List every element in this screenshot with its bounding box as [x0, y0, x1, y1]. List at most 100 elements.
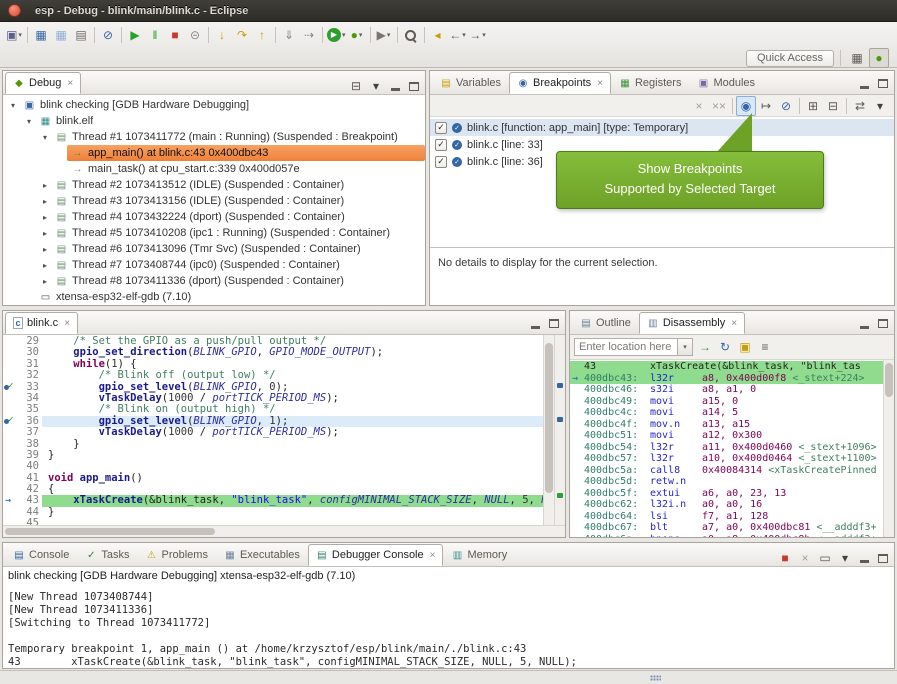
disassembly-line[interactable]: 400dbc67:blta7, a0, 0x400dbc81 <__adddf3…: [570, 522, 883, 534]
tab-blink-c[interactable]: blink.c: [5, 312, 78, 334]
breakpoint-checkbox[interactable]: [435, 122, 447, 134]
breakpoint-row[interactable]: blink.c [function: app_main] [type: Temp…: [430, 119, 894, 136]
disassembly-line[interactable]: 43xTaskCreate(&blink_task, "blink_tas: [570, 361, 883, 373]
disassembly-line[interactable]: 400dbc64:lsif7, a1, 128: [570, 511, 883, 523]
save-icon[interactable]: ▦: [31, 25, 51, 45]
disassembly-line[interactable]: 400dbc5d:retw.n: [570, 476, 883, 488]
suspend-icon[interactable]: ‖: [145, 25, 165, 45]
overview-ruler[interactable]: [554, 335, 565, 525]
expand-twisty-icon[interactable]: ▸: [39, 229, 51, 238]
debug-tree-row[interactable]: app_main() at blink.c:43 0x400dbc43: [3, 145, 425, 161]
debug-tree-row[interactable]: ▸Thread #7 1073408744 (ipc0) (Suspended …: [3, 257, 425, 273]
remove-launch-icon[interactable]: ×: [795, 548, 815, 568]
maximize-icon[interactable]: [874, 551, 891, 566]
expand-twisty-icon[interactable]: ▸: [39, 277, 51, 286]
close-icon[interactable]: [430, 550, 436, 561]
remove-breakpoint-icon[interactable]: ×: [689, 96, 709, 116]
tab-tasks[interactable]: Tasks: [77, 544, 137, 566]
tab-console[interactable]: Console: [5, 544, 77, 566]
debug-perspective-icon[interactable]: ●: [869, 48, 889, 68]
disassembly-line[interactable]: 400dbc54:l32ra11, 0x400d0460 <_stext+109…: [570, 442, 883, 454]
editor-line[interactable]: 37 vTaskDelay(1000 / portTICK_PERIOD_MS)…: [3, 427, 543, 438]
debug-tree-row[interactable]: ▸Thread #6 1073413096 (Tmr Svc) (Suspend…: [3, 241, 425, 257]
console-output[interactable]: blink checking [GDB Hardware Debugging] …: [3, 567, 894, 668]
disassembly-vertical-scrollbar[interactable]: [883, 360, 894, 537]
resume-icon[interactable]: ▶: [125, 25, 145, 45]
disassembly-line[interactable]: 400dbc5a:call80x40084314 <xTaskCreatePin…: [570, 465, 883, 477]
refresh-icon[interactable]: ↻: [715, 337, 735, 357]
debug-tree-row[interactable]: xtensa-esp32-elf-gdb (7.10): [3, 289, 425, 305]
terminate-icon[interactable]: ■: [775, 548, 795, 568]
scrollbar-thumb[interactable]: [5, 528, 215, 535]
tab-disassembly[interactable]: Disassembly: [639, 312, 745, 334]
tab-debug[interactable]: Debug: [5, 72, 81, 94]
editor-line[interactable]: 38 }: [3, 439, 543, 450]
close-icon[interactable]: [64, 318, 70, 329]
collapse-twisty-icon[interactable]: ▾: [23, 117, 35, 126]
maximize-icon[interactable]: [405, 79, 422, 94]
link-with-debug-view-icon[interactable]: ⇄: [850, 96, 870, 116]
minimize-icon[interactable]: [856, 551, 873, 566]
maximize-icon[interactable]: [874, 76, 891, 91]
disassembly-line[interactable]: 400dbc43:l32ra8, 0x400d00f8 <_stext+224>: [570, 373, 883, 385]
editor-line[interactable]: 39}: [3, 450, 543, 461]
skip-all-breakpoints-icon[interactable]: ⊘: [98, 25, 118, 45]
maximize-icon[interactable]: [545, 316, 562, 331]
debug-tree-row[interactable]: ▸Thread #5 1073410208 (ipc1 : Running) (…: [3, 225, 425, 241]
disassembly-line[interactable]: 400dbc62:l32i.na0, a0, 16: [570, 499, 883, 511]
collapse-twisty-icon[interactable]: ▾: [7, 101, 19, 110]
search-icon[interactable]: [401, 25, 421, 45]
view-menu-icon[interactable]: ▾: [870, 96, 890, 116]
window-close-button[interactable]: [8, 4, 21, 17]
quick-access-button[interactable]: Quick Access: [746, 50, 834, 67]
expand-twisty-icon[interactable]: ▸: [39, 261, 51, 270]
editor-line[interactable]: 43 xTaskCreate(&blink_task, "blink_task"…: [3, 495, 543, 506]
tab-modules[interactable]: Modules: [689, 72, 763, 94]
expand-twisty-icon[interactable]: ▸: [39, 245, 51, 254]
close-icon[interactable]: [597, 78, 603, 89]
tab-registers[interactable]: Registers: [611, 72, 689, 94]
expand-twisty-icon[interactable]: ▸: [39, 181, 51, 190]
current-line-annotation[interactable]: [557, 493, 563, 498]
minimize-icon[interactable]: [387, 79, 404, 94]
last-edit-location-icon[interactable]: ◂: [428, 25, 448, 45]
view-menu-icon[interactable]: ▾: [366, 76, 386, 96]
clear-console-icon[interactable]: ▭: [815, 548, 835, 568]
breakpoint-marker-icon[interactable]: [3, 416, 18, 427]
new-wizard-icon[interactable]: ▣▾: [4, 25, 24, 45]
debug-tree-row[interactable]: ▾blink checking [GDB Hardware Debugging]: [3, 97, 425, 113]
minimize-icon[interactable]: [856, 316, 873, 331]
editor-horizontal-scrollbar[interactable]: [3, 525, 565, 537]
step-return-icon[interactable]: ↑: [252, 25, 272, 45]
tab-problems[interactable]: Problems: [137, 544, 215, 566]
external-tools-icon[interactable]: ▶▾: [374, 25, 394, 45]
collapse-all-icon[interactable]: ⊟: [346, 76, 366, 96]
scrollbar-thumb[interactable]: [885, 363, 893, 397]
minimize-icon[interactable]: [527, 316, 544, 331]
breakpoint-annotation[interactable]: [557, 383, 563, 388]
debug-icon[interactable]: ●▾: [347, 25, 367, 45]
disassembly-line[interactable]: 400dbc46:s32ia8, a1, 0: [570, 384, 883, 396]
scrollbar-thumb[interactable]: [545, 343, 553, 493]
disassembly-line[interactable]: 400dbc57:l32ra10, 0x400d0464 <_stext+110…: [570, 453, 883, 465]
view-options-icon[interactable]: ≡: [755, 337, 775, 357]
goto-file-for-breakpoint-icon[interactable]: ↦: [756, 96, 776, 116]
minimize-icon[interactable]: [856, 76, 873, 91]
skip-all-breakpoints-icon[interactable]: ⊘: [776, 96, 796, 116]
editor-vertical-scrollbar[interactable]: [543, 335, 554, 525]
debug-tree-row[interactable]: ▸Thread #3 1073413156 (IDLE) (Suspended …: [3, 193, 425, 209]
location-input[interactable]: Enter location here: [574, 338, 678, 356]
collapse-twisty-icon[interactable]: ▾: [39, 133, 51, 142]
instruction-stepping-icon[interactable]: ⇢: [299, 25, 319, 45]
debug-tree-row[interactable]: ▸Thread #4 1073432224 (dport) (Suspended…: [3, 209, 425, 225]
tab-debugger-console[interactable]: Debugger Console: [308, 544, 444, 566]
disassembly-line[interactable]: 400dbc6a:bnonea0, a8, 0x400dbc8b <__addd…: [570, 534, 883, 538]
expand-twisty-icon[interactable]: ▸: [39, 197, 51, 206]
copy-icon[interactable]: ▣: [735, 337, 755, 357]
debug-tree-row[interactable]: ▸Thread #8 1073411336 (dport) (Suspended…: [3, 273, 425, 289]
location-combo[interactable]: Enter location here: [574, 338, 693, 356]
debug-tree-row[interactable]: ▾Thread #1 1073411772 (main : Running) (…: [3, 129, 425, 145]
editor-line[interactable]: 41void app_main(): [3, 473, 543, 484]
step-over-icon[interactable]: ↷: [232, 25, 252, 45]
close-icon[interactable]: [67, 78, 73, 89]
